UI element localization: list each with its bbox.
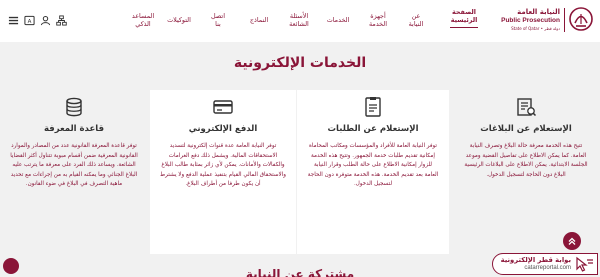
- requests-icon: [365, 97, 381, 117]
- menu-icon[interactable]: [8, 15, 19, 26]
- sitemap-icon[interactable]: [56, 15, 67, 26]
- language-icon[interactable]: A: [24, 15, 35, 26]
- user-icon[interactable]: [40, 15, 51, 26]
- card-request-inquiry[interactable]: الإستعلام عن الطلبات توفر النيابة العامة…: [297, 90, 449, 254]
- services-cards: الإستعلام عن البلاغات تتيح هذه الخدمة مع…: [0, 90, 600, 277]
- payment-icon: [213, 100, 233, 114]
- nav-item-about[interactable]: عن النيابة: [404, 12, 428, 28]
- services-banner: الخدمات الإلكترونية: [0, 42, 600, 90]
- active-underline: [450, 26, 478, 28]
- site-header: A الصفحة الرئيسية عن النيابة أجهزة الخدم…: [0, 0, 600, 42]
- nav-label: الأسئلة: [289, 12, 309, 20]
- chevron-up-icon: [568, 237, 576, 245]
- card-description: توفر قاعدة المعرفة القانونية عدد من المص…: [10, 143, 138, 188]
- logo-arabic-text: النيابة العامة: [517, 8, 560, 16]
- card-description: توفر النيابة العامة عدة قنوات إلكترونية …: [160, 143, 286, 188]
- card-title: الإستعلام عن البلاغات: [480, 124, 572, 134]
- nav-label: بنا: [215, 20, 221, 28]
- nav-label: الخدمات: [326, 16, 350, 24]
- logo-subtitle: دولة قطر • State of Qatar: [511, 26, 560, 31]
- database-icon: [66, 97, 82, 117]
- card-title: الإستعلام عن الطلبات: [327, 124, 419, 134]
- card-title: قاعدة المعرفة: [43, 124, 105, 134]
- section-heading: مشتركة عن النيابة: [245, 267, 355, 277]
- nav-label: الشائعة: [289, 20, 309, 28]
- card-title: الدفع الإلكتروني: [188, 124, 258, 134]
- card-description: تتيح هذه الخدمة معرفة حالة البلاغ وتصرف …: [464, 143, 588, 178]
- public-prosecution-logo[interactable]: النيابة العامة Public Prosecution دولة ق…: [488, 6, 596, 36]
- page-title: الخدمات الإلكترونية: [233, 55, 367, 71]
- card-description: توفر النيابة العامة للأفراد والمؤسسات وم…: [307, 143, 439, 188]
- nav-label: أجهزة: [370, 12, 386, 20]
- logo-english-text: Public Prosecution: [501, 17, 560, 24]
- nav-label: الذكي: [135, 20, 151, 28]
- nav-item-services[interactable]: الخدمات: [323, 16, 353, 24]
- nav-item-faq[interactable]: الأسئلة الشائعة: [284, 12, 314, 28]
- cursor-hand-icon: [576, 256, 593, 272]
- card-knowledge-base[interactable]: قاعدة المعرفة توفر قاعدة المعرفة القانون…: [0, 90, 148, 254]
- nav-label: النماذج: [249, 16, 269, 24]
- qatar-emblem-icon: [569, 7, 593, 31]
- scroll-to-top-button[interactable]: [563, 232, 581, 250]
- card-report-inquiry[interactable]: الإستعلام عن البلاغات تتيح هذه الخدمة مع…: [452, 90, 600, 254]
- nav-item-smart-assistant[interactable]: المساعد الذكي: [128, 12, 158, 28]
- nav-label: الخدمة: [368, 20, 388, 28]
- qatar-portal-badge[interactable]: بوابة قطر الإلكترونية catarreportal.com: [492, 253, 598, 275]
- nav-label: التوكيلات: [167, 16, 191, 24]
- portal-arabic-label: بوابة قطر الإلكترونية: [500, 256, 571, 264]
- card-e-payment[interactable]: الدفع الإلكتروني توفر النيابة العامة عدة…: [150, 90, 296, 254]
- portal-url: catarreportal.com: [524, 265, 571, 271]
- nav-item-powers-of-attorney[interactable]: التوكيلات: [162, 16, 196, 24]
- nav-label: الرئيسية: [450, 16, 478, 24]
- help-button[interactable]: [3, 258, 19, 274]
- nav-label: النيابة: [408, 20, 424, 28]
- nav-label: اتصل: [211, 12, 225, 20]
- nav-label: الصفحة: [452, 8, 476, 16]
- report-icon: [517, 98, 537, 117]
- header-icons: A: [8, 15, 67, 26]
- logo-divider: [564, 8, 565, 32]
- nav-label: عن: [411, 12, 421, 20]
- nav-label: المساعد: [131, 12, 155, 20]
- nav-item-home[interactable]: الصفحة الرئيسية: [450, 8, 478, 28]
- nav-item-service-devices[interactable]: أجهزة الخدمة: [364, 12, 392, 28]
- nav-item-contact[interactable]: اتصل بنا: [206, 12, 230, 28]
- nav-item-forms[interactable]: النماذج: [244, 16, 274, 24]
- main-nav: الصفحة الرئيسية عن النيابة أجهزة الخدمة …: [128, 8, 478, 38]
- svg-text:A: A: [28, 19, 32, 25]
